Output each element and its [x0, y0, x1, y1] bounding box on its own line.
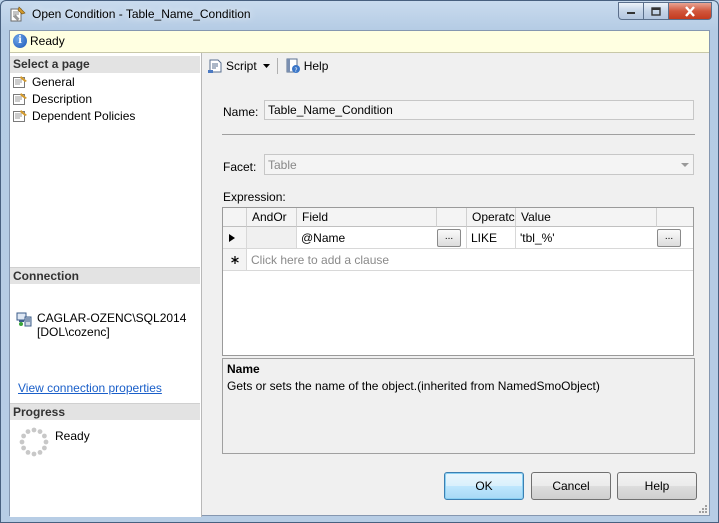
page-item-label: Description [32, 92, 93, 106]
page-item-label: General [32, 75, 75, 89]
facet-select[interactable]: Table [264, 154, 694, 175]
description-panel: Name Gets or sets the name of the object… [222, 358, 695, 454]
field-ellipsis-button[interactable]: ... [437, 229, 461, 247]
wrench-page-icon [13, 110, 27, 122]
help-button[interactable]: Help [617, 472, 697, 500]
toolbar: Script ? Help [202, 53, 709, 79]
row-pointer-icon [229, 234, 235, 242]
script-icon [208, 59, 222, 73]
toolbar-separator [276, 58, 278, 74]
script-button[interactable]: Script [204, 56, 273, 76]
condition-icon [10, 6, 26, 22]
window-title: Open Condition - Table_Name_Condition [32, 7, 251, 21]
view-connection-properties-link[interactable]: View connection properties [18, 381, 162, 395]
add-clause-row[interactable]: Click here to add a clause [247, 249, 693, 271]
title-bar[interactable]: Open Condition - Table_Name_Condition [1, 1, 718, 29]
row-header-corner [223, 208, 247, 227]
page-item-dependent-policies[interactable]: Dependent Policies [13, 108, 135, 124]
progress-spinner-icon [19, 427, 49, 457]
script-label: Script [226, 59, 257, 73]
value-text: 'tbl_%' [520, 231, 555, 245]
wrench-page-icon [13, 93, 27, 105]
status-bar: i Ready [10, 31, 709, 53]
connection-server: CAGLAR-OZENC\SQL2014 [37, 311, 187, 325]
left-pane: Select a page General Description Depend… [10, 53, 202, 517]
progress-header: Progress [10, 403, 200, 420]
select-page-header: Select a page [10, 56, 200, 73]
cancel-button[interactable]: Cancel [531, 472, 611, 500]
column-header-field[interactable]: Field [297, 208, 437, 227]
row-selector[interactable] [223, 227, 247, 249]
column-header-gap [437, 208, 467, 227]
chevron-down-icon[interactable] [262, 64, 270, 68]
caption-buttons [618, 2, 712, 21]
andor-cell[interactable] [247, 227, 297, 249]
resize-grip-icon[interactable] [697, 503, 707, 513]
help-toolbar-button[interactable]: ? Help [282, 56, 332, 76]
expression-label: Expression: [223, 190, 286, 204]
facet-label: Facet: [223, 160, 257, 174]
column-header-value[interactable]: Value [516, 208, 657, 227]
minimize-button[interactable] [618, 2, 644, 20]
chevron-down-icon [681, 163, 689, 167]
asterisk-icon [231, 256, 239, 264]
expression-grid: AndOr Field Operatc Value @Name ... LIKE… [222, 207, 694, 356]
column-header-end [657, 208, 693, 227]
close-icon [685, 5, 695, 17]
close-button[interactable] [669, 2, 712, 20]
connection-header: Connection [10, 267, 200, 284]
minimize-icon [627, 12, 635, 14]
progress-status: Ready [55, 429, 90, 443]
wrench-page-icon [13, 76, 27, 88]
dialog-window: Open Condition - Table_Name_Condition i … [0, 0, 719, 523]
page-item-label: Dependent Policies [32, 109, 136, 123]
value-ellipsis-button[interactable]: ... [657, 229, 681, 247]
name-field[interactable]: Table_Name_Condition [264, 100, 694, 120]
server-connection-icon [16, 312, 32, 327]
help-toolbar-label: Help [303, 59, 329, 73]
field-value: @Name [301, 231, 346, 245]
svg-text:?: ? [294, 67, 297, 74]
operator-cell[interactable]: LIKE [467, 227, 516, 249]
info-icon: i [13, 34, 27, 48]
name-label: Name: [223, 105, 259, 119]
facet-value: Table [268, 158, 297, 172]
maximize-icon [651, 6, 661, 16]
page-item-general[interactable]: General [13, 74, 75, 90]
description-text: Gets or sets the name of the object.(inh… [227, 379, 600, 393]
new-row-selector[interactable] [223, 249, 247, 271]
status-text: Ready [30, 34, 65, 48]
description-title: Name [227, 362, 260, 376]
ok-button[interactable]: OK [444, 472, 524, 500]
column-header-andor[interactable]: AndOr [247, 208, 297, 227]
connection-text: CAGLAR-OZENC\SQL2014 [DOL\cozenc] [37, 311, 186, 339]
divider [222, 134, 695, 135]
connection-user: [DOL\cozenc] [37, 325, 110, 339]
help-icon: ? [286, 58, 300, 74]
maximize-button[interactable] [644, 2, 669, 20]
page-item-description[interactable]: Description [13, 91, 92, 107]
column-header-operator[interactable]: Operatc [467, 208, 516, 227]
dialog-client: i Ready Select a page General Descriptio… [9, 30, 710, 517]
connection-info: CAGLAR-OZENC\SQL2014 [DOL\cozenc] [16, 311, 186, 339]
